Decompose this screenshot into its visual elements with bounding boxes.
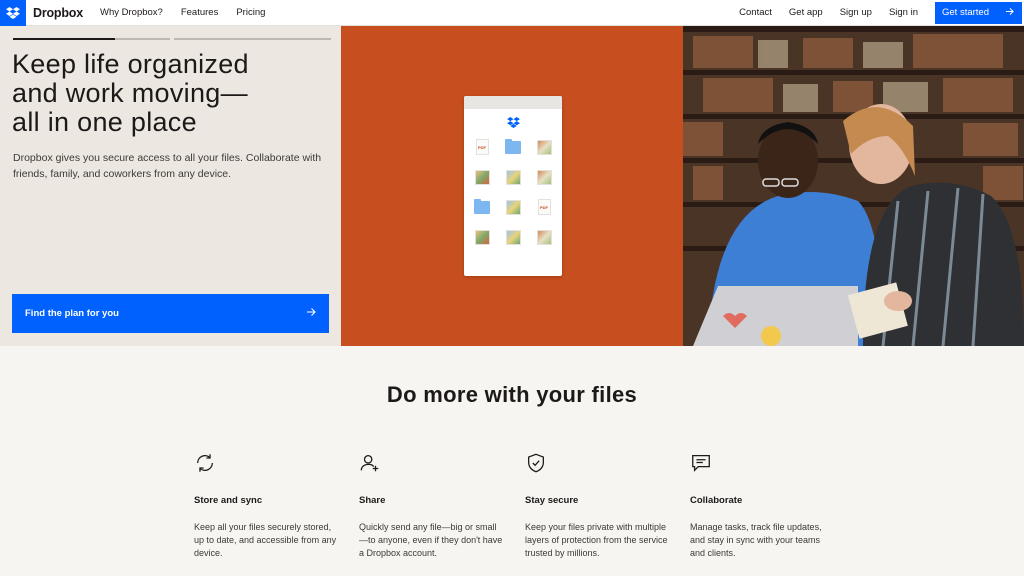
hero-section: Keep life organized and work moving— all… [0, 26, 1024, 346]
feature-title: Share [359, 495, 386, 506]
photo-thumbnail [474, 169, 490, 185]
hero-photo [683, 26, 1024, 346]
hero-headline-line: all in one place [12, 107, 197, 137]
pdf-file-icon: PDF [536, 199, 552, 215]
arrow-right-icon [306, 307, 316, 320]
find-plan-label: Find the plan for you [25, 308, 119, 319]
secondary-nav: Contact Get app Sign up Sign in Get star… [739, 0, 1024, 25]
phone-status-bar [464, 96, 562, 109]
feature-text: Quickly send any file—big or small—to an… [359, 522, 503, 558]
slide-progress [13, 38, 331, 40]
pdf-file-icon: PDF [474, 139, 490, 155]
hero-headline-line: Keep life organized [12, 49, 249, 79]
photo-thumbnail [536, 169, 552, 185]
feature-stay-secure: Stay secure Keep your files private with… [525, 452, 670, 560]
feature-store-sync: Store and sync Keep all your files secur… [194, 452, 339, 560]
dropbox-logo-icon [464, 117, 562, 128]
hero-headline: Keep life organized and work moving— all… [12, 50, 332, 137]
brand-name[interactable]: Dropbox [33, 6, 83, 20]
photo-thumbnail [536, 229, 552, 245]
file-grid: PDF PDF [464, 138, 562, 245]
feature-text: Keep your files private with multiple la… [525, 522, 668, 558]
slide-progress-bar-2[interactable] [174, 38, 331, 40]
shield-check-icon [525, 452, 670, 474]
nav-link-features[interactable]: Features [181, 7, 219, 18]
library-photo-illustration [683, 26, 1024, 346]
slide-progress-bar-1[interactable] [13, 38, 170, 40]
feature-collaborate: Collaborate Manage tasks, track file upd… [690, 452, 835, 560]
find-plan-button[interactable]: Find the plan for you [12, 294, 329, 333]
arrow-right-icon [1005, 7, 1014, 19]
sync-icon [194, 452, 339, 474]
hero-headline-line: and work moving— [12, 78, 248, 108]
get-started-button[interactable]: Get started [935, 1, 1022, 24]
folder-icon [474, 198, 490, 215]
nav-link-sign-in[interactable]: Sign in [889, 7, 918, 18]
nav-link-why-dropbox[interactable]: Why Dropbox? [100, 7, 163, 18]
add-user-icon [359, 452, 504, 474]
features-title: Do more with your files [386, 382, 638, 407]
feature-text: Keep all your files securely stored, up … [194, 522, 337, 558]
nav-link-contact[interactable]: Contact [739, 7, 772, 18]
photo-thumbnail [505, 199, 521, 215]
hero-text-panel: Keep life organized and work moving— all… [0, 26, 341, 346]
photo-thumbnail [505, 169, 521, 185]
feature-title: Store and sync [194, 495, 263, 506]
hero-illustration-panel: PDF PDF [341, 26, 683, 346]
primary-nav: Why Dropbox? Features Pricing [100, 7, 265, 18]
hero-subtext: Dropbox gives you secure access to all y… [13, 152, 322, 180]
chat-icon [690, 452, 835, 474]
get-started-label: Get started [942, 7, 989, 18]
photo-thumbnail [474, 229, 490, 245]
top-nav: Dropbox Why Dropbox? Features Pricing Co… [0, 0, 1024, 26]
nav-link-sign-up[interactable]: Sign up [840, 7, 872, 18]
photo-thumbnail [505, 229, 521, 245]
feature-share: Share Quickly send any file—big or small… [359, 452, 504, 560]
feature-title: Collaborate [690, 495, 743, 506]
nav-link-get-app[interactable]: Get app [789, 7, 823, 18]
feature-text: Manage tasks, track file updates, and st… [690, 522, 822, 558]
folder-icon [505, 138, 521, 155]
phone-mockup: PDF PDF [464, 96, 562, 276]
slide-progress-fill [13, 38, 116, 40]
photo-thumbnail [536, 139, 552, 155]
dropbox-logo-icon[interactable] [0, 0, 26, 26]
nav-link-pricing[interactable]: Pricing [236, 7, 265, 18]
feature-title: Stay secure [525, 495, 579, 506]
